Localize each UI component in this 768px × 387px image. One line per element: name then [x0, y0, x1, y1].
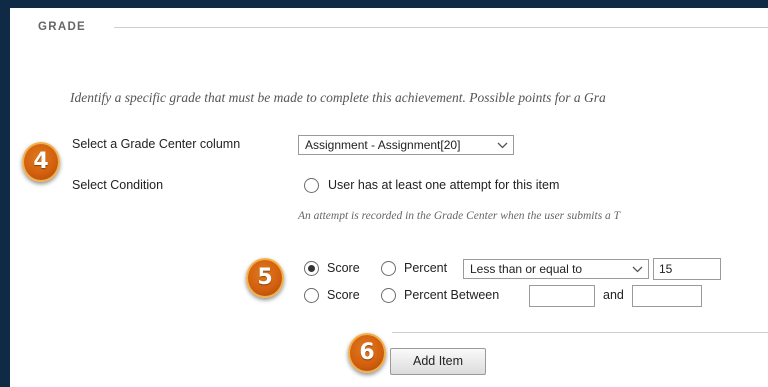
grade-panel: GRADE Identify a specific grade that mus… — [10, 8, 768, 387]
percent-radio-1[interactable] — [381, 261, 396, 276]
condition-label: Select Condition — [72, 178, 164, 192]
percent-label-1: Percent — [404, 261, 448, 275]
score-value-input[interactable]: 15 — [653, 258, 721, 280]
score-label-2: Score — [327, 288, 360, 302]
attempt-option-label: User has at least one attempt for this i… — [328, 178, 560, 192]
chevron-down-icon — [632, 262, 643, 276]
section-divider — [114, 27, 768, 28]
section-title: GRADE — [38, 21, 87, 33]
score-label-1: Score — [327, 261, 360, 275]
grade-column-value: Assignment - Assignment[20] — [305, 138, 461, 152]
intro-text: Identify a specific grade that must be m… — [70, 90, 606, 105]
grade-column-select[interactable]: Assignment - Assignment[20] — [298, 135, 514, 155]
step-6-badge: 6 — [348, 333, 386, 373]
score-radio-2[interactable] — [304, 288, 319, 303]
add-item-button[interactable]: Add Item — [390, 348, 486, 375]
percent-radio-2[interactable] — [381, 288, 396, 303]
step-4-badge: 4 — [22, 142, 60, 182]
form-divider — [392, 332, 768, 333]
step-5-badge: 5 — [246, 258, 284, 298]
attempt-hint: An attempt is recorded in the Grade Cent… — [298, 210, 621, 222]
attempt-radio[interactable] — [304, 178, 319, 193]
and-label: and — [603, 288, 624, 302]
between-from-input[interactable] — [529, 285, 595, 307]
percent-between-label: Percent Between — [404, 288, 500, 302]
operator-value: Less than or equal to — [470, 262, 583, 276]
between-to-input[interactable] — [632, 285, 702, 307]
score-radio-1[interactable] — [304, 261, 319, 276]
chevron-down-icon — [497, 138, 508, 152]
grade-column-label: Select a Grade Center column — [72, 137, 241, 151]
operator-select[interactable]: Less than or equal to — [463, 259, 649, 279]
